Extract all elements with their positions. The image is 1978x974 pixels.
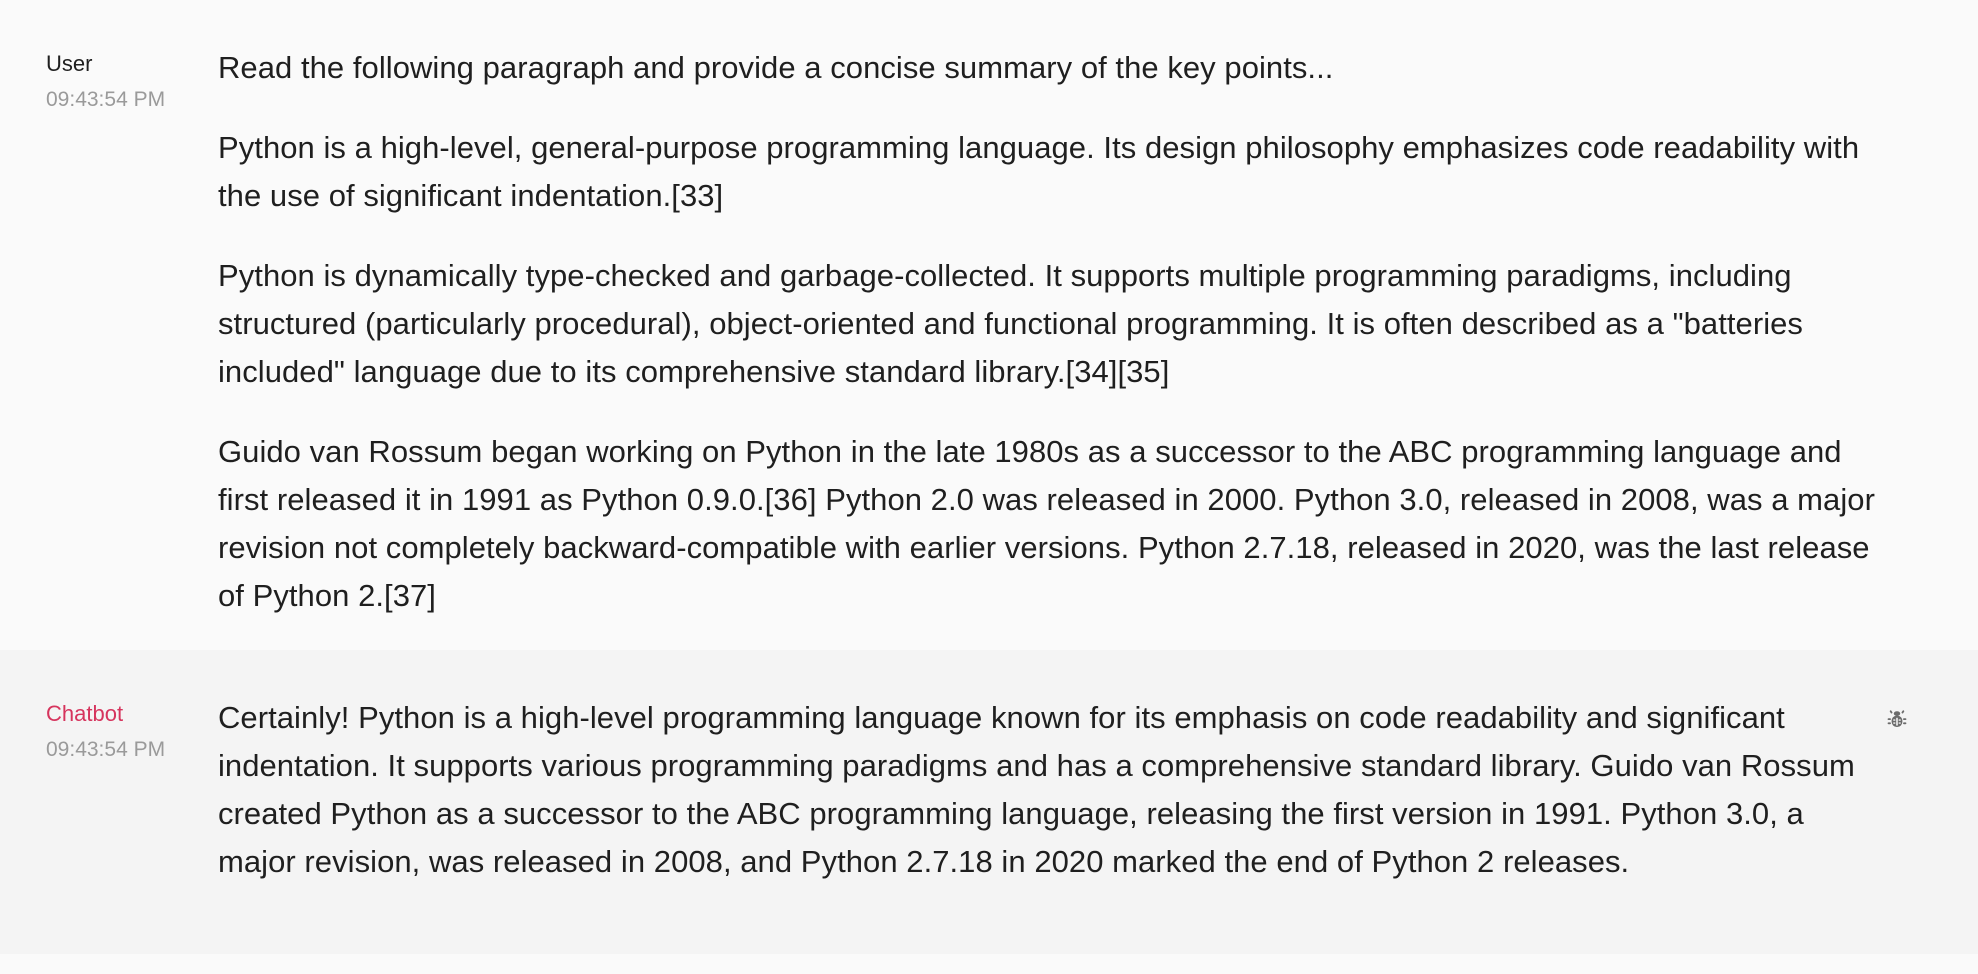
conversation: User 09:43:54 PM Read the following para… xyxy=(0,0,1978,974)
message-paragraph: Guido van Rossum began working on Python… xyxy=(218,434,1875,613)
message-paragraph: Certainly! Python is a high-level progra… xyxy=(218,700,1855,879)
footer-spacer xyxy=(0,954,1978,974)
message-paragraph: Read the following paragraph and provide… xyxy=(218,50,1334,85)
message-timestamp: 09:43:54 PM xyxy=(46,88,166,111)
debug-button[interactable] xyxy=(1882,704,1912,734)
user-message: User 09:43:54 PM Read the following para… xyxy=(0,0,1978,650)
message-meta: Chatbot 09:43:54 PM xyxy=(0,694,218,764)
message-paragraph: Python is a high-level, general-purpose … xyxy=(218,130,1860,213)
author-name: User xyxy=(46,51,93,76)
message-content: Read the following paragraph and provide… xyxy=(218,44,1888,620)
message-content: Certainly! Python is a high-level progra… xyxy=(218,694,1888,886)
message-actions xyxy=(1887,694,1978,734)
message-meta: User 09:43:54 PM xyxy=(0,44,218,114)
chatbot-message: Chatbot 09:43:54 PM Certainly! Python is… xyxy=(0,650,1978,954)
author-name: Chatbot xyxy=(46,701,124,726)
message-paragraph: Python is dynamically type-checked and g… xyxy=(218,258,1803,389)
bug-icon xyxy=(1887,710,1907,727)
message-timestamp: 09:43:54 PM xyxy=(46,738,166,761)
